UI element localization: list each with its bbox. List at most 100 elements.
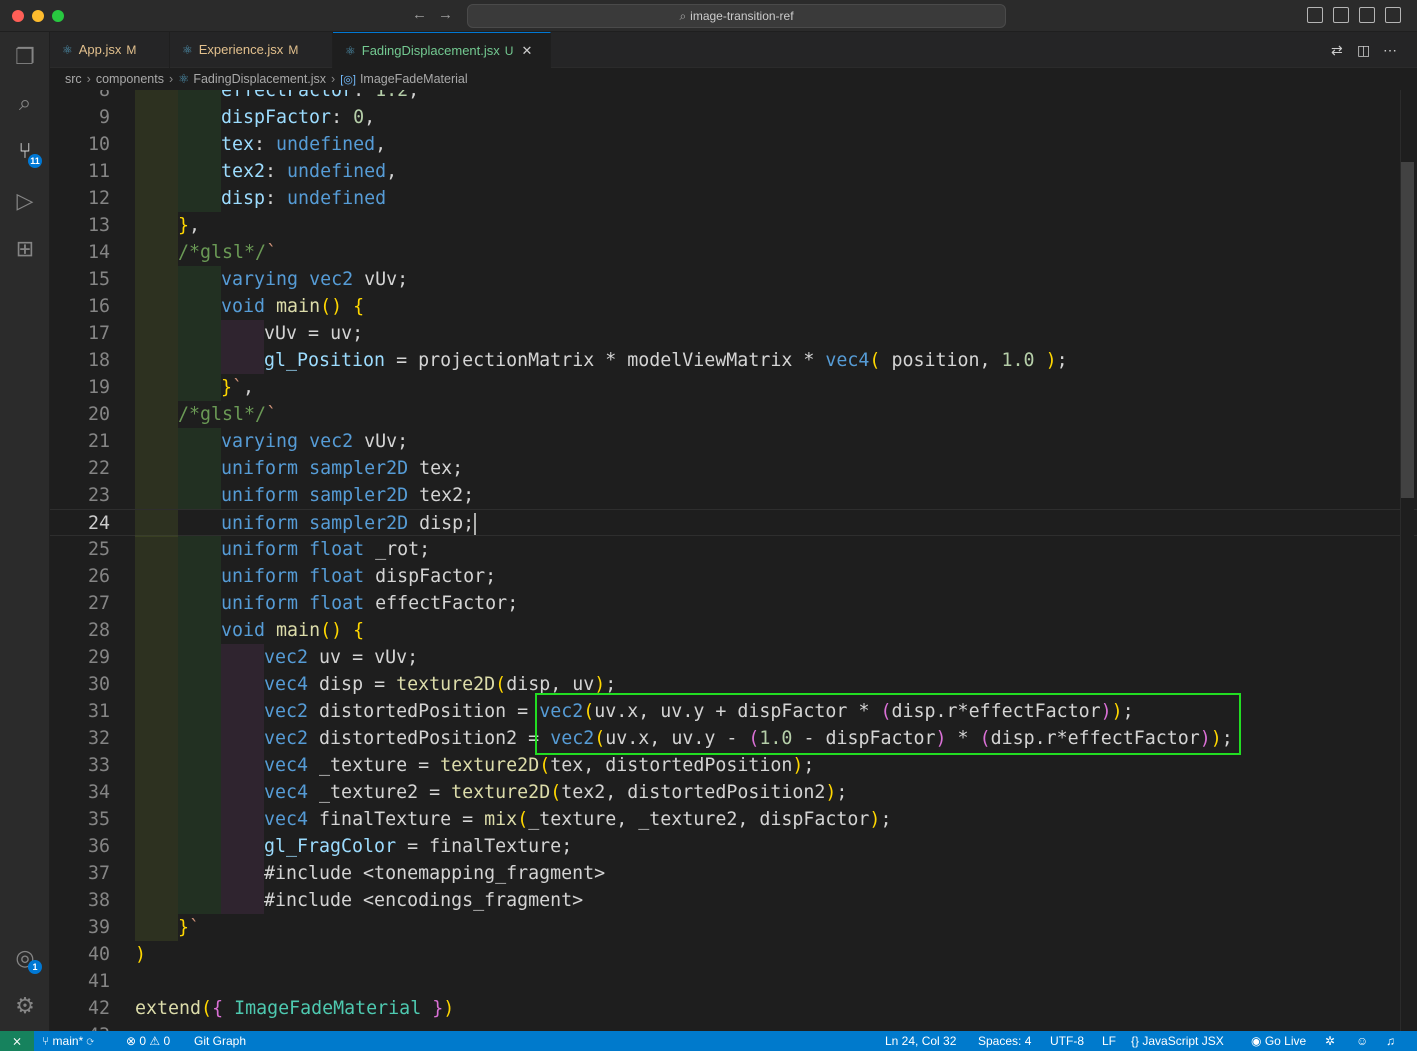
minimize-window-button[interactable] xyxy=(32,10,44,22)
code-line-text: vec2 distortedPosition = vec2(uv.x, uv.y… xyxy=(264,701,1134,722)
code-line[interactable]: 38 #include <encodings_fragment> xyxy=(50,887,1417,914)
code-line[interactable]: 25 uniform float _rot; xyxy=(50,536,1417,563)
code-line[interactable]: 27 uniform float effectFactor; xyxy=(50,590,1417,617)
tab-fading-displacement-jsx[interactable]: ⚛ FadingDisplacement.jsx U ✕ xyxy=(333,32,551,68)
code-line-text: tex: undefined, xyxy=(221,134,387,155)
close-tab-icon[interactable]: ✕ xyxy=(521,43,532,58)
code-line-text: uniform float _rot; xyxy=(221,539,431,560)
cursor-position[interactable]: Ln 24, Col 32 xyxy=(885,1031,956,1051)
split-editor-icon[interactable]: ◫ xyxy=(1357,42,1370,59)
maximize-window-button[interactable] xyxy=(52,10,64,22)
toggle-panel-icon[interactable] xyxy=(1333,7,1349,23)
warning-icon: ⚠ xyxy=(146,1034,164,1048)
search-icon[interactable]: ⌕ xyxy=(12,90,38,116)
tab-experience-jsx[interactable]: ⚛ Experience.jsx M xyxy=(170,32,333,68)
command-center-search[interactable]: ⌕ image-transition-ref xyxy=(467,4,1006,28)
code-line[interactable]: 22 uniform sampler2D tex; xyxy=(50,455,1417,482)
code-line-text: vUv = uv; xyxy=(264,323,364,344)
code-line[interactable]: 18 gl_Position = projectionMatrix * model… xyxy=(50,347,1417,374)
problems-status[interactable]: ⊗ 0 ⚠ 0 xyxy=(126,1031,170,1051)
git-graph-button[interactable]: Git Graph xyxy=(194,1031,246,1051)
code-line[interactable]: 14 /*glsl*/` xyxy=(50,239,1417,266)
line-number: 11 xyxy=(87,161,110,182)
chevron-right-icon: › xyxy=(86,72,91,86)
code-line[interactable]: 32 vec2 distortedPosition2 = vec2(uv.x, u… xyxy=(50,725,1417,752)
line-number: 16 xyxy=(87,296,110,317)
code-line[interactable]: 16 void main() { xyxy=(50,293,1417,320)
forward-arrow-icon[interactable]: → xyxy=(438,6,453,23)
code-line[interactable]: 34 vec4 _texture2 = texture2D(tex2, disto… xyxy=(50,779,1417,806)
code-line[interactable]: 30 vec4 disp = texture2D(disp, uv); xyxy=(50,671,1417,698)
code-line[interactable]: 28 void main() { xyxy=(50,617,1417,644)
code-line[interactable]: 15 varying vec2 vUv; xyxy=(50,266,1417,293)
react-file-icon: ⚛ xyxy=(345,44,356,58)
code-line[interactable]: 35 vec4 finalTexture = mix(_texture, _tex… xyxy=(50,806,1417,833)
encoding-status[interactable]: UTF-8 xyxy=(1050,1031,1084,1051)
code-line[interactable]: 20 /*glsl*/` xyxy=(50,401,1417,428)
code-line[interactable]: 29 vec2 uv = vUv; xyxy=(50,644,1417,671)
git-branch-icon: ⑂ xyxy=(42,1034,53,1048)
line-number: 8 xyxy=(98,90,110,101)
back-arrow-icon[interactable]: ← xyxy=(412,6,427,23)
code-editor[interactable]: 8 effectFactor: 1.2, 9 dispFactor: 0, 10 tex:… xyxy=(50,90,1417,1031)
code-line-text: }, xyxy=(178,215,201,236)
code-line[interactable]: 19}`, xyxy=(50,374,1417,401)
code-line-text: vec4 _texture2 = texture2D(tex2, distort… xyxy=(264,782,848,803)
tab-app-jsx[interactable]: ⚛ App.jsx M xyxy=(50,32,170,68)
line-number: 35 xyxy=(87,809,110,830)
branch-status[interactable]: ⑂ main* ⟳ xyxy=(42,1031,94,1051)
more-actions-icon[interactable]: ⋯ xyxy=(1383,42,1397,59)
code-line[interactable]: 37 #include <tonemapping_fragment> xyxy=(50,860,1417,887)
breadcrumb-item-symbol[interactable]: ImageFadeMaterial xyxy=(360,72,468,86)
explorer-files-icon[interactable]: ❐ xyxy=(12,44,38,70)
code-line[interactable]: 33 vec4 _texture = texture2D(tex, distort… xyxy=(50,752,1417,779)
editor-tabs: ⚛ App.jsx M ⚛ Experience.jsx M ⚛ FadingDispla… xyxy=(50,32,1417,68)
code-line[interactable]: 17 vUv = uv; xyxy=(50,320,1417,347)
code-line[interactable]: 23 uniform sampler2D tex2; xyxy=(50,482,1417,509)
code-line-text: disp: undefined xyxy=(221,188,387,209)
code-line[interactable]: 39}` xyxy=(50,914,1417,941)
open-changes-icon[interactable]: ⇄ xyxy=(1331,42,1343,59)
breadcrumb-item-file[interactable]: FadingDisplacement.jsx xyxy=(193,72,326,86)
line-number: 36 xyxy=(87,836,110,857)
go-live-button[interactable]: ◉ Go Live xyxy=(1251,1031,1306,1051)
toggle-primary-sidebar-icon[interactable] xyxy=(1307,7,1323,23)
code-line[interactable]: 21 varying vec2 vUv; xyxy=(50,428,1417,455)
scrollbar-thumb[interactable] xyxy=(1401,162,1414,498)
code-line[interactable]: 13}, xyxy=(50,212,1417,239)
code-line[interactable]: 26 uniform float dispFactor; xyxy=(50,563,1417,590)
code-line[interactable]: 24 uniform sampler2D disp; xyxy=(50,509,1417,537)
extensions-icon[interactable]: ⊞ xyxy=(12,236,38,262)
code-line[interactable]: 31 vec2 distortedPosition = vec2(uv.x, uv… xyxy=(50,698,1417,725)
breadcrumb-item-src[interactable]: src xyxy=(65,72,82,86)
indentation-status[interactable]: Spaces: 4 xyxy=(978,1031,1031,1051)
code-line[interactable]: 36 gl_FragColor = finalTexture; xyxy=(50,833,1417,860)
breadcrumb-item-components[interactable]: components xyxy=(96,72,164,86)
code-line[interactable]: 40) xyxy=(50,941,1417,968)
line-number: 42 xyxy=(87,998,110,1019)
code-line[interactable]: 11 tex2: undefined, xyxy=(50,158,1417,185)
code-line[interactable]: 12 disp: undefined xyxy=(50,185,1417,212)
code-line[interactable]: 8 effectFactor: 1.2, xyxy=(50,90,1417,104)
notifications-bell-icon[interactable]: ♫ xyxy=(1386,1031,1395,1051)
copilot-icon[interactable]: ✲ xyxy=(1325,1031,1335,1051)
code-line[interactable]: 43 xyxy=(50,1022,1417,1031)
remote-indicator-icon[interactable]: ⨯ xyxy=(0,1031,34,1051)
eol-status[interactable]: LF xyxy=(1102,1031,1116,1051)
code-line-text: uniform sampler2D tex2; xyxy=(221,485,475,506)
customize-layout-icon[interactable] xyxy=(1385,7,1401,23)
toggle-secondary-sidebar-icon[interactable] xyxy=(1359,7,1375,23)
code-line[interactable]: 41 xyxy=(50,968,1417,995)
code-line[interactable]: 10 tex: undefined, xyxy=(50,131,1417,158)
braces-icon: {} xyxy=(1131,1034,1143,1048)
close-window-button[interactable] xyxy=(12,10,24,22)
run-debug-icon[interactable]: ▷ xyxy=(12,188,38,214)
feedback-icon[interactable]: ☺ xyxy=(1356,1031,1368,1051)
settings-gear-icon[interactable]: ⚙ xyxy=(12,993,38,1019)
code-line[interactable]: 42 extend({ ImageFadeMaterial }) xyxy=(50,995,1417,1022)
code-line-text: }`, xyxy=(221,377,255,398)
react-file-icon: ⚛ xyxy=(178,72,190,86)
language-mode[interactable]: {} JavaScript JSX xyxy=(1131,1031,1224,1051)
code-line[interactable]: 9 dispFactor: 0, xyxy=(50,104,1417,131)
code-line-text: void main() { xyxy=(221,296,365,317)
